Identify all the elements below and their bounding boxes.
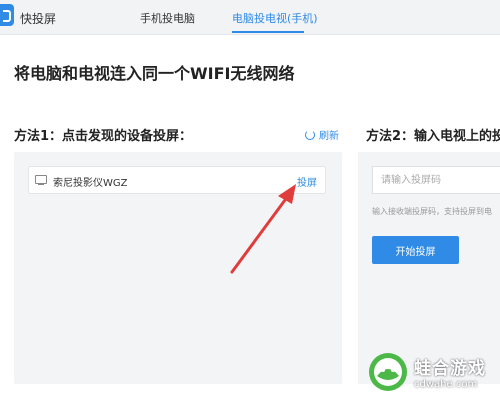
device-name: 索尼投影仪WGZ <box>53 178 128 189</box>
method1-title: 方法1：点击发现的设备投屏： <box>14 129 193 144</box>
watermark-title: 蛙合游戏 <box>414 359 486 379</box>
app-logo-icon <box>0 4 14 26</box>
site-watermark: 蛙合游戏 cdwahe.com <box>368 352 486 392</box>
top-bar: 快投屏 手机投电脑 电脑投电视(手机) <box>0 0 500 35</box>
watermark-url: cdwahe.com <box>414 379 478 390</box>
device-item[interactable]: 索尼投影仪WGZ 投屏 <box>28 166 326 194</box>
refresh-button[interactable]: 刷新 <box>305 127 339 142</box>
cast-code-hint: 输入接收端投屏码，支持投屏到电 <box>372 207 492 216</box>
method2-title: 方法2：输入电视上的投 <box>366 129 500 144</box>
refresh-label: 刷新 <box>319 131 339 142</box>
cast-button[interactable]: 投屏 <box>297 174 317 189</box>
page-title: 将电脑和电视连入同一个WIFI无线网络 <box>14 64 295 83</box>
cast-code-input[interactable] <box>372 166 500 194</box>
tv-icon <box>35 175 47 185</box>
active-tab-indicator <box>232 31 304 33</box>
tab-pc-to-tv[interactable]: 电脑投电视(手机) <box>232 10 318 26</box>
start-cast-button[interactable]: 开始投屏 <box>372 236 459 264</box>
app-name: 快投屏 <box>20 12 57 26</box>
frog-logo-icon <box>369 353 407 391</box>
tab-phone-to-pc[interactable]: 手机投电脑 <box>140 10 195 26</box>
refresh-icon <box>305 129 315 140</box>
